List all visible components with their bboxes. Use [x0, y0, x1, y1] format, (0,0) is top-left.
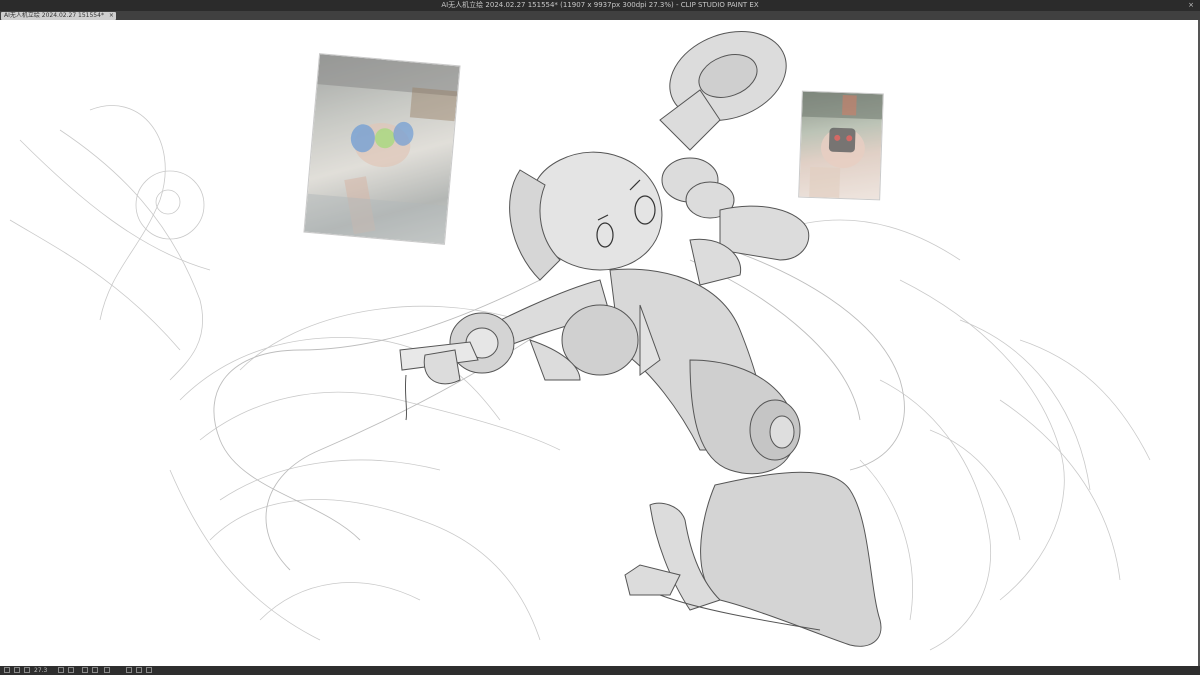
rotate-icon[interactable]	[68, 667, 74, 673]
reset-icon[interactable]	[92, 667, 98, 673]
hand-tool-icon[interactable]	[104, 667, 110, 673]
close-window-icon[interactable]: ×	[1188, 0, 1194, 11]
settings-icon[interactable]	[146, 667, 152, 673]
fit-icon[interactable]	[58, 667, 64, 673]
title-bar: AI无人机立绘 2024.02.27 151554* (11907 x 9937…	[0, 0, 1200, 11]
tab-document-label: AI无人机立绘 2024.02.27 151554*	[4, 12, 104, 19]
window-title: AI无人机立绘 2024.02.27 151554* (11907 x 9937…	[441, 1, 759, 9]
zoom-out-icon[interactable]	[14, 667, 20, 673]
tab-document[interactable]: AI无人机立绘 2024.02.27 151554* ×	[1, 12, 116, 20]
tab-close-icon[interactable]: ×	[109, 12, 114, 20]
zoom-level[interactable]: 27.3	[34, 666, 47, 675]
document-tab-bar: AI无人机立绘 2024.02.27 151554* ×	[0, 11, 1200, 20]
lineart-layer	[9, 31, 1151, 651]
character-figure	[399, 31, 882, 647]
layer-icon[interactable]	[126, 667, 132, 673]
lock-icon[interactable]	[136, 667, 142, 673]
navigator-icon[interactable]	[4, 667, 10, 673]
zoom-in-icon[interactable]	[24, 667, 30, 673]
status-bar: 27.3	[0, 666, 1200, 675]
flip-icon[interactable]	[82, 667, 88, 673]
